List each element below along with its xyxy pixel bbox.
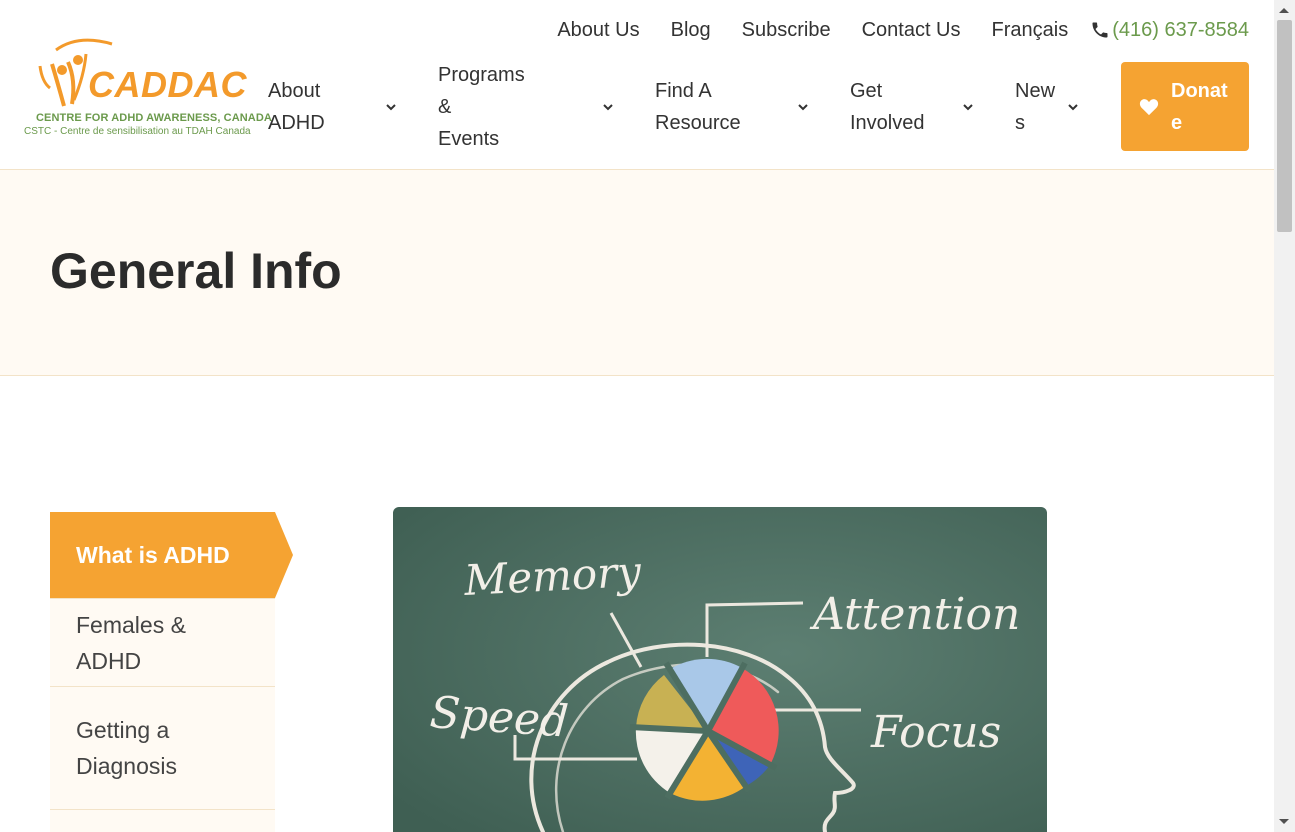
caddac-logo[interactable]: CADDAC CENTRE FOR ADHD AWARENESS, CANADA… <box>24 36 272 144</box>
chalk-word-speed: Speed <box>428 687 570 748</box>
chalk-word-focus: Focus <box>870 707 1001 758</box>
nav-label-line: Programs & <box>438 64 525 118</box>
nav-label-line: Events <box>438 128 500 150</box>
chalkboard-illustration: Memory Attention Speed Focus <box>393 507 1047 832</box>
chevron-down-icon[interactable] <box>797 102 809 112</box>
utility-link-contact-us[interactable]: Contact Us <box>862 19 961 42</box>
chalk-word-memory: Memory <box>462 547 643 605</box>
phone-link[interactable]: (416) 637-8584 <box>1090 19 1249 42</box>
scrollbar-thumb[interactable] <box>1277 20 1292 232</box>
nav-label-line: Get <box>850 80 883 102</box>
phone-icon <box>1092 22 1108 38</box>
site-header: CADDAC CENTRE FOR ADHD AWARENESS, CANADA… <box>0 0 1274 170</box>
nav-item-about-adhd[interactable]: About ADHD <box>268 74 325 140</box>
nav-item-news[interactable]: New s <box>1015 74 1055 140</box>
chevron-down-icon[interactable] <box>962 102 974 112</box>
donate-button[interactable]: Donate <box>1121 62 1249 151</box>
nav-label-line: New <box>1015 80 1056 102</box>
scroll-up-arrow-icon[interactable] <box>1279 8 1289 13</box>
nav-item-find-a-resource[interactable]: Find A Resource <box>655 74 741 140</box>
heart-icon <box>1139 98 1159 115</box>
chalk-word-attention: Attention <box>809 589 1020 640</box>
utility-link-francais[interactable]: Français <box>992 19 1069 42</box>
sidebar-item-females-adhd[interactable]: Females & ADHD <box>50 599 275 687</box>
nav-label-line: About <box>268 80 321 102</box>
chevron-down-icon[interactable] <box>602 102 614 112</box>
nav-label-line: ADHD <box>268 112 325 134</box>
scroll-down-arrow-icon[interactable] <box>1279 819 1289 824</box>
sidebar-item-what-is-adhd[interactable]: What is ADHD <box>50 512 293 599</box>
donate-label: Donate <box>1171 79 1228 134</box>
chevron-down-icon[interactable] <box>1067 102 1079 112</box>
logo-tagline-french: CSTC - Centre de sensibilisation au TDAH… <box>24 126 251 137</box>
phone-number: (416) 637-8584 <box>1112 18 1249 41</box>
nav-label-line: Find A <box>655 80 712 102</box>
nav-item-programs-events[interactable]: Programs & Events <box>438 64 525 150</box>
page-title: General Info <box>50 243 342 299</box>
logo-wordmark: CADDAC <box>88 64 247 105</box>
utility-link-about-us[interactable]: About Us <box>557 19 639 42</box>
sidebar-item-label: What is ADHD <box>76 542 230 568</box>
utility-nav: About Us Blog Subscribe Contact Us Franç… <box>557 16 1249 44</box>
sidebar-item-label: Females & ADHD <box>76 611 186 674</box>
logo-tagline: CENTRE FOR ADHD AWARENESS, CANADA <box>36 112 272 124</box>
page-scrollbar[interactable] <box>1274 0 1295 832</box>
utility-link-subscribe[interactable]: Subscribe <box>742 19 831 42</box>
adhd-chalkboard-image: Memory Attention Speed Focus <box>393 507 1047 832</box>
nav-item-get-involved[interactable]: Get Involved <box>850 74 925 140</box>
nav-label-line: Involved <box>850 112 925 134</box>
sidebar-nav: What is ADHD Females & ADHD Getting a Di… <box>50 512 293 832</box>
sidebar-item[interactable] <box>50 810 275 832</box>
nav-label-line: Resource <box>655 112 741 134</box>
utility-link-blog[interactable]: Blog <box>671 19 711 42</box>
chevron-down-icon[interactable] <box>385 102 397 112</box>
sidebar-item-getting-a-diagnosis[interactable]: Getting a Diagnosis <box>50 687 275 810</box>
sidebar-item-label: Getting a Diagnosis <box>76 717 177 779</box>
nav-label-line: s <box>1015 112 1025 134</box>
page-hero: General Info <box>0 170 1274 376</box>
